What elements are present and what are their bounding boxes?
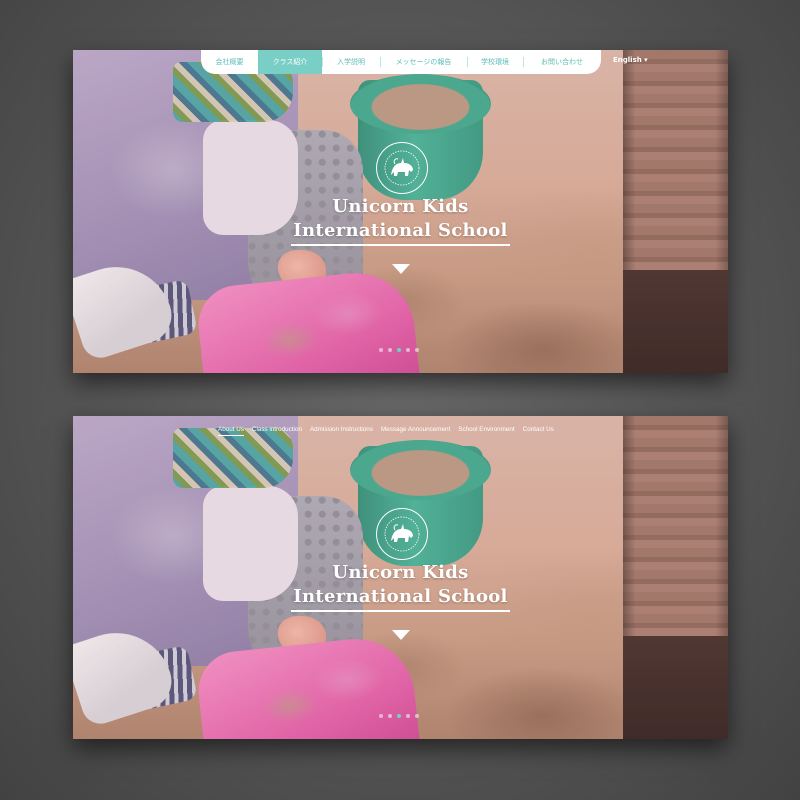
slider-dots (378, 714, 419, 718)
slide-dot[interactable] (387, 714, 392, 718)
hero-title: Unicorn Kids International School (73, 561, 728, 612)
mockup-japanese: 会社概要 クラス紹介 入学説明 メッセージの報告 学校環境 お問い合わせ Eng… (73, 50, 728, 373)
nav-item-message[interactable]: メッセージの報告 (380, 50, 467, 74)
slide-dot[interactable] (387, 348, 392, 352)
nav-item-contact[interactable]: お問い合わせ (523, 50, 601, 74)
nav-item-about[interactable]: About Us (218, 426, 244, 436)
nav-item-admission[interactable]: 入学説明 (322, 50, 380, 74)
hero-title-line2: International School (291, 219, 510, 246)
hero-title-line2: International School (291, 585, 510, 612)
slide-dot[interactable] (414, 348, 419, 352)
main-nav: About Us Class introduction Admission In… (218, 426, 554, 436)
slide-dot[interactable] (414, 714, 419, 718)
mockup-english: About Us Class introduction Admission In… (73, 416, 728, 739)
slide-dot[interactable] (378, 714, 383, 718)
hero-title-line1: Unicorn Kids (332, 196, 469, 217)
slide-dot[interactable] (405, 348, 410, 352)
nav-item-classes[interactable]: クラス紹介 (258, 50, 322, 74)
language-selector[interactable]: English ▾ (613, 56, 648, 64)
scroll-down-arrow-icon[interactable] (391, 630, 410, 640)
hero-title: Unicorn Kids International School (73, 195, 728, 246)
slide-dot[interactable] (378, 348, 383, 352)
slide-dot-active[interactable] (396, 714, 401, 718)
nav-item-classes[interactable]: Class introduction (252, 426, 302, 436)
slider-dots (378, 348, 419, 352)
unicorn-logo (375, 142, 428, 194)
nav-item-environment[interactable]: School Environment (458, 426, 514, 436)
unicorn-logo (375, 508, 428, 560)
nav-item-contact[interactable]: Contact Us (523, 426, 554, 436)
nav-item-message[interactable]: Message Announcement (381, 426, 450, 436)
hero-title-line1: Unicorn Kids (332, 562, 469, 583)
nav-item-company[interactable]: 会社概要 (201, 50, 258, 74)
nav-item-environment[interactable]: 学校環境 (467, 50, 523, 74)
main-nav: 会社概要 クラス紹介 入学説明 メッセージの報告 学校環境 お問い合わせ (201, 50, 601, 74)
slide-dot-active[interactable] (396, 348, 401, 352)
slide-dot[interactable] (405, 714, 410, 718)
scroll-down-arrow-icon[interactable] (391, 264, 410, 274)
nav-item-admission[interactable]: Admission Instructions (310, 426, 373, 436)
